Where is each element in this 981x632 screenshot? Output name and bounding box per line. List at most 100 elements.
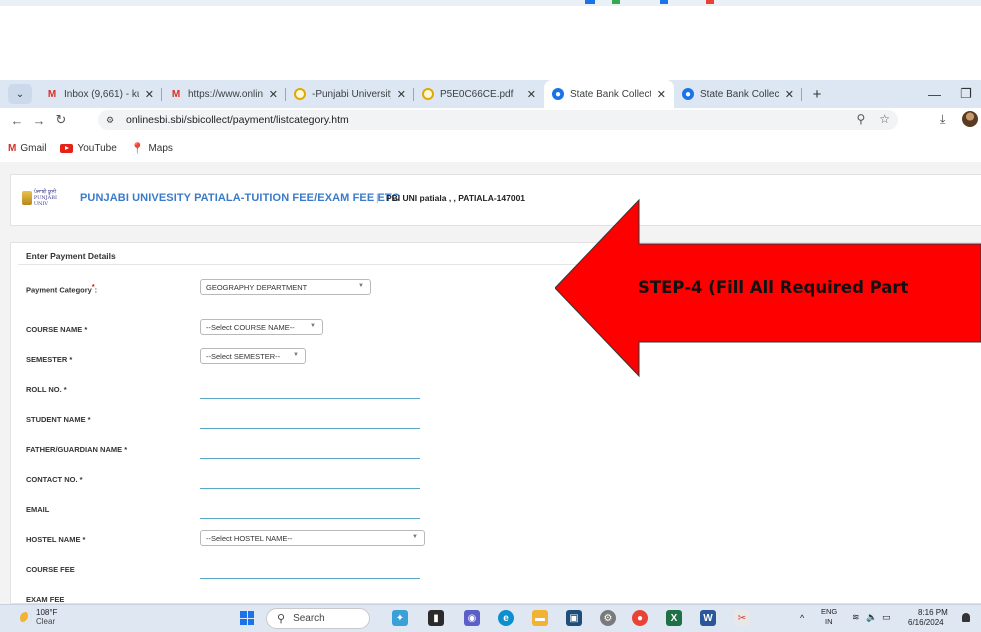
bookmarks-bar: M Gmail YouTube 📍 Maps bbox=[0, 138, 981, 158]
semester-select[interactable]: --Select SEMESTER-- ▼ bbox=[200, 348, 306, 364]
select-value: --Select SEMESTER-- bbox=[206, 351, 281, 361]
word-icon[interactable]: W bbox=[700, 610, 716, 626]
back-button[interactable]: ← bbox=[6, 113, 28, 128]
tab-title: State Bank Collect bbox=[570, 88, 651, 100]
label-colon: : bbox=[94, 285, 98, 295]
new-tab-button[interactable]: + bbox=[806, 86, 828, 103]
address-bar[interactable]: ⚙ onlinesbi.sbi/sbicollect/payment/listc… bbox=[98, 110, 898, 130]
tab-state-bank-collect-active[interactable]: ● State Bank Collect ✕ bbox=[544, 80, 674, 108]
snipping-tool-icon[interactable]: ✂ bbox=[734, 610, 750, 626]
windows-start-button[interactable] bbox=[240, 611, 254, 625]
star-icon[interactable]: ☆ bbox=[879, 112, 890, 126]
logo-text: PUNJABI UNIV bbox=[33, 195, 57, 207]
bookmark-gmail[interactable]: M Gmail bbox=[8, 143, 46, 154]
strip-mark bbox=[660, 0, 668, 4]
restore-button[interactable]: ❐ bbox=[960, 80, 972, 108]
bookmark-youtube[interactable]: YouTube bbox=[60, 142, 117, 154]
zoom-icon[interactable]: ⚲ bbox=[856, 112, 865, 126]
excel-icon[interactable]: X bbox=[666, 610, 682, 626]
tab-search-button[interactable]: ⌄ bbox=[8, 84, 32, 104]
notification-bell-icon[interactable] bbox=[962, 613, 970, 622]
url-text: onlinesbi.sbi/sbicollect/payment/listcat… bbox=[126, 114, 349, 126]
contact-no-input[interactable] bbox=[200, 475, 420, 489]
site-settings-icon[interactable]: ⚙ bbox=[106, 115, 122, 126]
moon-icon bbox=[20, 612, 32, 624]
avatar[interactable] bbox=[962, 111, 978, 127]
tab-pdf[interactable]: P5E0C66CE.pdf ✕ bbox=[414, 80, 544, 108]
select-value: --Select HOSTEL NAME-- bbox=[206, 533, 293, 543]
arrow-right-icon: → bbox=[32, 112, 46, 128]
address-row: ← → ↻ ⚙ onlinesbi.sbi/sbicollect/payment… bbox=[0, 108, 981, 132]
wifi-icon[interactable]: ≋ bbox=[852, 612, 860, 623]
file-explorer-icon[interactable]: ▬ bbox=[532, 610, 548, 626]
student-name-label: STUDENT NAME * bbox=[26, 415, 91, 424]
clock-time[interactable]: 8:16 PM bbox=[918, 608, 948, 617]
hostel-name-select[interactable]: --Select HOSTEL NAME-- ▼ bbox=[200, 530, 425, 546]
bookmark-label: YouTube bbox=[77, 142, 117, 154]
course-fee-input[interactable] bbox=[200, 565, 420, 579]
chat-icon[interactable]: ◉ bbox=[464, 610, 480, 626]
plus-icon: + bbox=[812, 85, 822, 103]
payment-category-label: Payment Category*: bbox=[26, 284, 97, 295]
chrome-icon[interactable]: ● bbox=[632, 610, 648, 626]
sbi-icon: ● bbox=[552, 88, 564, 100]
search-icon: ⚲ bbox=[277, 613, 286, 625]
select-value: --Select COURSE NAME-- bbox=[206, 322, 295, 332]
strip-mark bbox=[706, 0, 714, 4]
section-title: Enter Payment Details bbox=[26, 251, 116, 261]
roll-no-input[interactable] bbox=[200, 385, 420, 399]
close-icon[interactable]: ✕ bbox=[657, 88, 666, 101]
bookmark-maps[interactable]: 📍 Maps bbox=[131, 142, 173, 155]
forward-button[interactable]: → bbox=[28, 113, 50, 128]
tab-state-bank-collect[interactable]: ● State Bank Collect ✕ bbox=[674, 80, 802, 108]
edge-icon[interactable]: e bbox=[498, 610, 514, 626]
merchant-title: PUNJABI UNIVESITY PATIALA-TUITION FEE/EX… bbox=[80, 192, 400, 204]
battery-icon[interactable]: ▭ bbox=[882, 612, 891, 623]
language-code[interactable]: ENG bbox=[821, 607, 837, 616]
taskbar-search[interactable]: ⚲ Search bbox=[266, 608, 370, 629]
student-name-input[interactable] bbox=[200, 415, 420, 429]
course-name-label: COURSE NAME * bbox=[26, 325, 88, 334]
arrow-left-icon: ← bbox=[10, 112, 24, 128]
hostel-name-label: HOSTEL NAME * bbox=[26, 535, 86, 544]
email-input[interactable] bbox=[200, 505, 420, 519]
payment-category-select[interactable]: GEOGRAPHY DEPARTMENT ▼ bbox=[200, 279, 371, 295]
reload-icon: ↻ bbox=[55, 112, 67, 127]
tab-punjabi-university[interactable]: -Punjabi University, P ✕ bbox=[286, 80, 414, 108]
header-separator: | bbox=[376, 193, 379, 204]
caret-down-icon: ▼ bbox=[293, 352, 299, 358]
download-icon[interactable]: ⤓ bbox=[940, 112, 945, 127]
task-view-icon[interactable]: ▮ bbox=[428, 610, 444, 626]
minimize-button[interactable]: — bbox=[928, 80, 941, 108]
tab-onlinesbi[interactable]: M https://www.onlinesb ✕ bbox=[162, 80, 286, 108]
store-icon[interactable]: ▣ bbox=[566, 610, 582, 626]
clock-date: 6/16/2024 bbox=[908, 618, 944, 627]
label-text: Payment Category bbox=[26, 285, 92, 295]
email-label: EMAIL bbox=[26, 505, 50, 514]
father-name-input[interactable] bbox=[200, 445, 420, 459]
tab-gmail-inbox[interactable]: M Inbox (9,661) - kumar ✕ bbox=[38, 80, 162, 108]
top-strip bbox=[0, 0, 981, 6]
caret-down-icon: ▼ bbox=[358, 283, 364, 289]
q-icon bbox=[294, 88, 306, 100]
close-icon[interactable]: ✕ bbox=[269, 88, 278, 101]
annotation-text: STEP-4 (Fill All Required Part bbox=[638, 278, 909, 297]
reload-button[interactable]: ↻ bbox=[50, 112, 72, 128]
weather-temp[interactable]: 108°F bbox=[36, 608, 57, 617]
tab-title: https://www.onlinesb bbox=[188, 88, 263, 100]
settings-icon[interactable]: ⚙ bbox=[600, 610, 616, 626]
close-icon[interactable]: ✕ bbox=[145, 88, 154, 101]
chevron-up-icon[interactable]: ^ bbox=[800, 613, 804, 623]
course-fee-label: COURSE FEE bbox=[26, 565, 75, 574]
close-icon[interactable]: ✕ bbox=[397, 88, 406, 101]
volume-icon[interactable]: 🔈 bbox=[866, 612, 877, 623]
tab-title: Inbox (9,661) - kumar bbox=[64, 88, 139, 100]
close-icon[interactable]: ✕ bbox=[785, 88, 794, 101]
course-name-select[interactable]: --Select COURSE NAME-- ▼ bbox=[200, 319, 323, 335]
map-pin-icon: 📍 bbox=[130, 142, 145, 155]
select-value: GEOGRAPHY DEPARTMENT bbox=[206, 282, 308, 292]
merchant-address: PBI UNI patiala , , PATIALA-147001 bbox=[386, 193, 526, 203]
roll-no-label: ROLL NO. * bbox=[26, 385, 67, 394]
widgets-icon[interactable]: ✦ bbox=[392, 610, 408, 626]
close-icon[interactable]: ✕ bbox=[527, 88, 536, 101]
